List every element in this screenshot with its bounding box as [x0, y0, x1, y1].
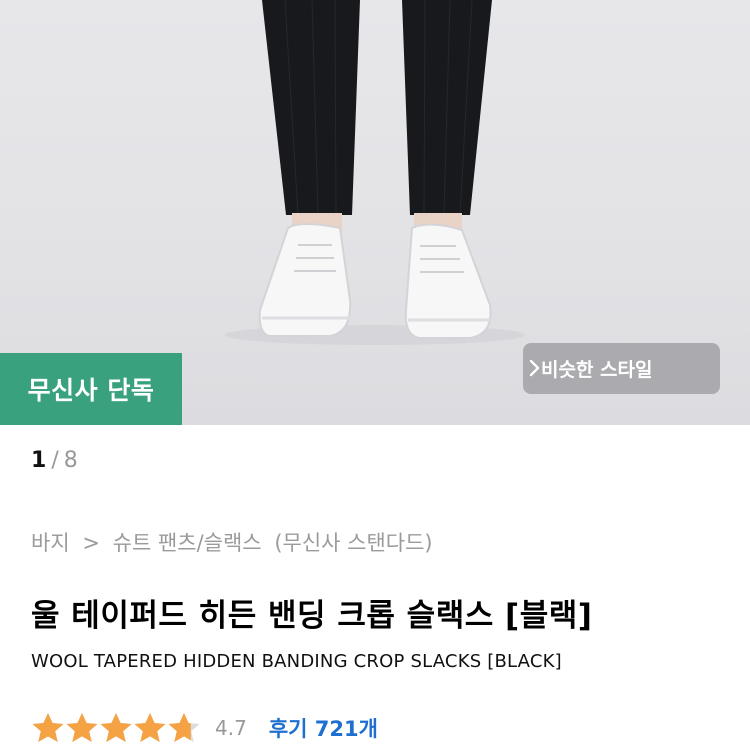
star-icon: [134, 713, 166, 742]
rating-score: 4.7: [215, 716, 247, 740]
breadcrumb-category-link[interactable]: 바지: [31, 531, 70, 555]
star-icon: [32, 713, 64, 742]
image-counter: 1/8: [31, 448, 78, 473]
breadcrumb-brand-link[interactable]: (무신사 스탠다드): [274, 531, 432, 555]
similar-style-label: 비슷한 스타일: [541, 359, 653, 381]
image-counter-current: 1: [31, 448, 47, 473]
chevron-right-icon: [529, 359, 540, 377]
breadcrumb-subcategory-link[interactable]: 슈트 팬츠/슬랙스: [113, 531, 262, 555]
star-icon: [168, 713, 200, 742]
similar-style-button[interactable]: 비슷한 스타일: [523, 343, 720, 394]
rating-summary: 4.7 후기 721개: [31, 711, 378, 745]
star-icon: [100, 713, 132, 742]
star-icon: [66, 713, 98, 742]
product-hero-image[interactable]: 무신사 단독 비슷한 스타일: [0, 0, 750, 425]
product-title-english: WOOL TAPERED HIDDEN BANDING CROP SLACKS …: [31, 651, 562, 672]
breadcrumb: 바지 > 슈트 팬츠/슬랙스 (무신사 스탠다드): [31, 527, 439, 557]
review-count-link[interactable]: 후기 721개: [269, 713, 378, 743]
breadcrumb-separator: >: [82, 531, 100, 555]
image-counter-total: 8: [63, 448, 78, 473]
image-counter-separator: /: [51, 448, 59, 473]
product-title: 울 테이퍼드 히든 밴딩 크롭 슬랙스 [블랙]: [31, 598, 593, 634]
star-rating: [31, 711, 201, 745]
exclusive-badge: 무신사 단독: [0, 353, 182, 425]
